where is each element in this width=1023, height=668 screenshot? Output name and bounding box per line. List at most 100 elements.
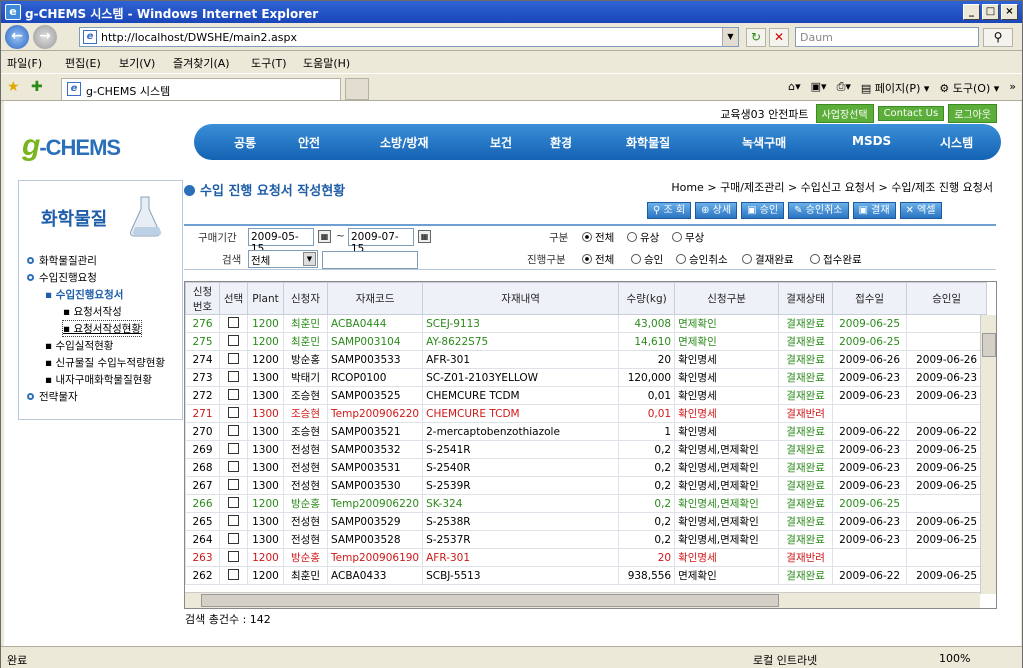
radio-prog-approved[interactable]: 승인 — [631, 252, 663, 267]
nav-fire[interactable]: 소방/방재 — [380, 134, 429, 151]
row-checkbox[interactable] — [228, 478, 239, 490]
menu-help[interactable]: 도움말(H) — [303, 55, 350, 71]
horizontal-scrollbar[interactable] — [185, 592, 980, 608]
row-checkbox[interactable] — [228, 370, 239, 382]
menu-tools[interactable]: 도구(T) — [251, 55, 287, 71]
nav-safety[interactable]: 안전 — [298, 134, 320, 151]
menu-write-request[interactable]: ▪ 요청서작성 — [63, 304, 122, 319]
table-row[interactable]: 266 1200 방순홍 Temp200906220 SK-324 0,2 확인명세,면제확… — [185, 494, 988, 513]
new-tab-button[interactable] — [345, 78, 369, 100]
nav-chemicals[interactable]: 화학물질 — [626, 134, 670, 151]
col-header[interactable]: 신청 번호 — [185, 282, 220, 315]
url-field[interactable]: e http://localhost/DWSHE/main2.aspx ▼ — [79, 27, 739, 47]
row-checkbox[interactable] — [228, 550, 239, 562]
search-input[interactable]: Daum — [795, 27, 979, 47]
feeds-icon[interactable]: ▣▾ — [811, 80, 827, 96]
col-header[interactable]: 결재상태 — [778, 282, 834, 315]
tools-menu[interactable]: ⚙ 도구(O) ▾ — [939, 80, 999, 96]
stop-icon[interactable]: ✕ — [769, 28, 789, 47]
row-checkbox[interactable] — [228, 316, 239, 328]
nav-environment[interactable]: 환경 — [550, 134, 572, 151]
nav-green-purchase[interactable]: 녹색구매 — [742, 134, 786, 151]
table-row[interactable]: 272 1300 조승현 SAMP003525 CHEMCURE TCDM 0,01 확인명… — [185, 386, 988, 405]
table-row[interactable]: 265 1300 전성현 SAMP003529 S-2538R 0,2 확인명세,면제확인 결… — [185, 512, 988, 531]
row-checkbox[interactable] — [228, 442, 239, 454]
radio-prog-received[interactable]: 접수완료 — [810, 252, 862, 267]
radio-prog-signed[interactable]: 결재완료 — [742, 252, 794, 267]
favorites-star-icon[interactable]: ★ — [7, 79, 20, 95]
url-dropdown-icon[interactable]: ▼ — [722, 28, 738, 46]
table-row[interactable]: 264 1300 전성현 SAMP003528 S-2537R 0,2 확인명세,면제확인 결… — [185, 530, 988, 549]
row-checkbox[interactable] — [228, 496, 239, 508]
row-checkbox[interactable] — [228, 424, 239, 436]
print-icon[interactable]: ⎙▾ — [837, 80, 851, 96]
row-checkbox[interactable] — [228, 532, 239, 544]
menu-file[interactable]: 파일(F) — [7, 55, 42, 71]
menu-import-results[interactable]: ▪ 수입실적현황 — [45, 338, 113, 353]
menu-domestic-purchase[interactable]: ▪ 내자구매화학물질현황 — [45, 372, 152, 387]
site-logo[interactable]: g-CHEMS — [22, 129, 121, 163]
table-row[interactable]: 270 1300 조승현 SAMP003521 2-mercaptobenzothiaz… — [185, 422, 988, 441]
calendar-icon[interactable]: ▦ — [418, 230, 431, 243]
col-header[interactable]: 신청자 — [283, 282, 328, 315]
radio-kind-free[interactable]: 무상 — [672, 230, 704, 245]
close-button[interactable]: × — [1001, 4, 1018, 20]
search-select[interactable]: 전체 ▼ — [248, 250, 318, 268]
table-row[interactable]: 274 1200 방순홍 SAMP003533 AFR-301 20 확인명세 결재완료 200… — [185, 350, 988, 369]
refresh-icon[interactable]: ↻ — [746, 28, 766, 47]
search-button[interactable]: ⚲ 조 회 — [647, 202, 692, 219]
col-header[interactable]: 선택 — [219, 282, 248, 315]
vertical-scrollbar[interactable] — [980, 315, 996, 594]
site-select-button[interactable]: 사업장선택 — [815, 104, 874, 123]
table-row[interactable]: 268 1300 전성현 SAMP003531 S-2540R 0,2 확인명세,면제확인 결… — [185, 458, 988, 477]
col-header[interactable]: 승인일 — [906, 282, 988, 315]
radio-prog-cancel[interactable]: 승인취소 — [676, 252, 728, 267]
row-checkbox[interactable] — [228, 406, 239, 418]
menu-favorites[interactable]: 즐겨찾기(A) — [173, 55, 230, 71]
table-row[interactable]: 275 1200 최훈민 SAMP003104 AY-8622S75 14,610 면제확인… — [185, 332, 988, 351]
calendar-icon[interactable]: ▦ — [318, 230, 331, 243]
table-row[interactable]: 263 1200 방순홍 Temp200906190 AFR-301 20 확인명세 결재반려 — [185, 548, 988, 567]
home-icon[interactable]: ⌂▾ — [788, 80, 801, 96]
table-row[interactable]: 271 1300 조승현 Temp200906220 CHEMCURE TCDM 0,01… — [185, 404, 988, 423]
search-text-field[interactable] — [322, 251, 418, 269]
row-checkbox[interactable] — [228, 568, 239, 580]
table-row[interactable]: 269 1300 전성현 SAMP003532 S-2541R 0,2 확인명세,면제확인 결… — [185, 440, 988, 459]
menu-edit[interactable]: 편집(E) — [65, 55, 101, 71]
approve-button[interactable]: ▣ 승인 — [741, 202, 785, 219]
table-row[interactable]: 267 1300 전성현 SAMP003530 S-2539R 0,2 확인명세,면제확인 결… — [185, 476, 988, 495]
browser-tab[interactable]: e g-CHEMS 시스템 — [61, 78, 341, 100]
table-row[interactable]: 276 1200 최훈민 ACBA0444 SCEJ-9113 43,008 면제확인 결재완… — [185, 314, 988, 333]
back-button[interactable]: ← — [5, 25, 29, 49]
forward-button[interactable]: → — [33, 25, 57, 49]
excel-button[interactable]: ✕ 엑셀 — [899, 202, 942, 219]
row-checkbox[interactable] — [228, 334, 239, 346]
nav-health[interactable]: 보건 — [490, 134, 512, 151]
nav-msds[interactable]: MSDS — [852, 134, 891, 148]
row-checkbox[interactable] — [228, 460, 239, 472]
contact-us-button[interactable]: Contact Us — [877, 106, 945, 121]
hscroll-thumb[interactable] — [201, 594, 779, 607]
vscroll-thumb[interactable] — [982, 333, 996, 357]
col-header[interactable]: 자재내역 — [422, 282, 620, 315]
sign-button[interactable]: ▣ 결재 — [852, 202, 896, 219]
more-icon[interactable]: » — [1009, 80, 1016, 96]
col-header[interactable]: 수량(kg) — [618, 282, 676, 315]
menu-request-status[interactable]: ▪ 요청서작성현황 — [61, 320, 143, 337]
table-row[interactable]: 273 1300 박태기 RCOP0100 SC-Z01-2103YELLOW 120,0… — [185, 368, 988, 387]
row-checkbox[interactable] — [228, 352, 239, 364]
radio-prog-all[interactable]: 전체 — [582, 252, 614, 267]
date-to-field[interactable]: 2009-07-15 — [348, 228, 414, 255]
col-header[interactable]: 접수일 — [832, 282, 908, 315]
zoom-level[interactable]: 100% — [939, 652, 970, 665]
table-row[interactable]: 262 1200 최훈민 ACBA0433 SCBJ-5513 938,556 면제확인 결재… — [185, 566, 988, 585]
row-checkbox[interactable] — [228, 514, 239, 526]
menu-import-request[interactable]: 수입진행요청 — [39, 270, 97, 285]
col-header[interactable]: 자재코드 — [326, 282, 424, 315]
maximize-button[interactable]: □ — [982, 4, 999, 20]
menu-strategic[interactable]: 전략물자 — [39, 389, 78, 404]
page-menu[interactable]: ▤ 페이지(P) ▾ — [861, 80, 930, 96]
radio-kind-all[interactable]: 전체 — [582, 230, 614, 245]
detail-button[interactable]: ⊕ 상세 — [695, 202, 738, 219]
col-header[interactable]: Plant — [247, 282, 284, 315]
